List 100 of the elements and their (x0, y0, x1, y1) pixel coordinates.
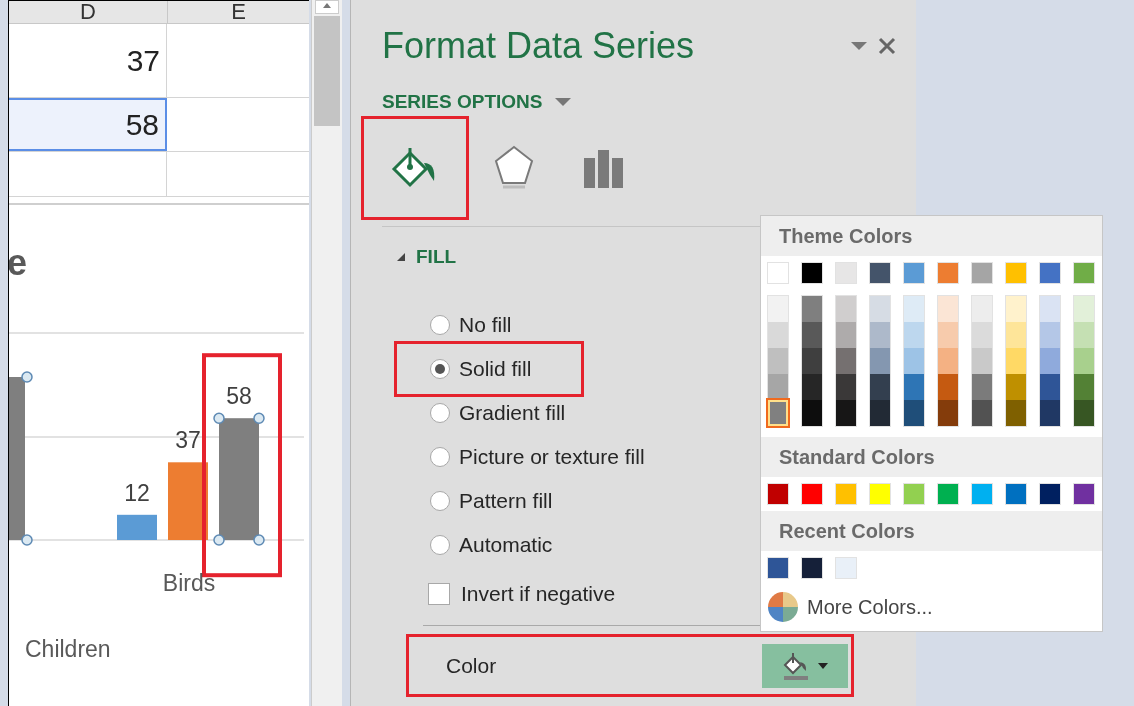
color-swatch[interactable] (767, 557, 789, 579)
radio-label[interactable]: Picture or texture fill (459, 445, 645, 469)
bar[interactable] (168, 462, 208, 540)
color-swatch[interactable] (972, 348, 992, 374)
radio-button[interactable] (430, 535, 450, 555)
color-swatch[interactable] (904, 322, 924, 348)
color-swatch[interactable] (802, 400, 822, 426)
column-header[interactable]: E (168, 1, 309, 23)
scrollbar-thumb[interactable] (314, 16, 340, 126)
color-swatch[interactable] (1074, 374, 1094, 400)
color-swatch[interactable] (802, 374, 822, 400)
radio-label[interactable]: Gradient fill (459, 401, 566, 425)
color-swatch[interactable] (869, 262, 891, 284)
color-swatch[interactable] (1074, 296, 1094, 322)
color-swatch[interactable] (870, 348, 890, 374)
color-swatch[interactable] (1074, 348, 1094, 374)
color-swatch[interactable] (938, 322, 958, 348)
color-swatch[interactable] (870, 296, 890, 322)
radio-button[interactable] (430, 359, 450, 379)
selection-handles[interactable] (213, 412, 265, 546)
color-swatch[interactable] (903, 483, 925, 505)
radio-button[interactable] (430, 447, 450, 467)
color-swatch[interactable] (1006, 322, 1026, 348)
radio-label[interactable]: Pattern fill (459, 489, 553, 513)
color-swatch[interactable] (1005, 483, 1027, 505)
color-swatch[interactable] (972, 374, 992, 400)
color-swatch[interactable] (972, 400, 992, 426)
color-swatch[interactable] (870, 322, 890, 348)
color-swatch[interactable] (768, 374, 788, 400)
color-swatch[interactable] (870, 400, 890, 426)
color-swatch[interactable] (1040, 322, 1060, 348)
color-swatch[interactable] (869, 483, 891, 505)
color-swatch[interactable] (836, 348, 856, 374)
color-picker-button[interactable] (762, 643, 848, 688)
color-swatch[interactable] (938, 400, 958, 426)
color-swatch[interactable] (767, 262, 789, 284)
checkbox[interactable] (428, 583, 450, 605)
color-swatch[interactable] (836, 296, 856, 322)
radio-button[interactable] (430, 315, 450, 335)
expand-triangle-icon[interactable] (396, 252, 406, 262)
color-swatch[interactable] (768, 322, 788, 348)
color-swatch[interactable] (1006, 400, 1026, 426)
color-swatch[interactable] (802, 322, 822, 348)
color-swatch[interactable] (835, 557, 857, 579)
color-swatch[interactable] (1005, 262, 1027, 284)
color-swatch[interactable] (767, 483, 789, 505)
color-swatch[interactable] (904, 296, 924, 322)
color-swatch[interactable] (802, 296, 822, 322)
column-header[interactable]: D (9, 1, 168, 23)
series-options-menu[interactable]: SERIES OPTIONS (382, 91, 543, 113)
color-swatch[interactable] (1040, 348, 1060, 374)
color-swatch[interactable] (971, 483, 993, 505)
radio-label[interactable]: Automatic (459, 533, 553, 557)
color-swatch[interactable] (1040, 400, 1060, 426)
radio-label[interactable]: Solid fill (459, 357, 532, 381)
radio-label[interactable]: No fill (459, 313, 512, 337)
bar[interactable] (117, 514, 157, 540)
color-swatch[interactable] (768, 400, 788, 426)
color-swatch[interactable] (904, 348, 924, 374)
dropdown-caret-icon[interactable] (850, 41, 868, 51)
color-swatch[interactable] (836, 322, 856, 348)
color-swatch[interactable] (1074, 322, 1094, 348)
color-swatch[interactable] (937, 483, 959, 505)
selection-handle[interactable] (21, 371, 33, 383)
scrollbar[interactable] (311, 0, 342, 706)
section-heading[interactable]: FILL (416, 246, 457, 268)
color-swatch[interactable] (972, 296, 992, 322)
color-swatch[interactable] (768, 296, 788, 322)
selection-handle[interactable] (21, 534, 33, 546)
color-swatch[interactable] (835, 262, 857, 284)
color-swatch[interactable] (836, 374, 856, 400)
color-swatch[interactable] (870, 374, 890, 400)
color-swatch[interactable] (937, 262, 959, 284)
table-cell[interactable]: 58 (9, 98, 167, 151)
color-swatch[interactable] (835, 483, 857, 505)
scroll-up-arrow-icon[interactable] (322, 1, 332, 11)
more-colors-link[interactable]: More Colors... (807, 595, 933, 619)
color-swatch[interactable] (972, 322, 992, 348)
color-swatch[interactable] (1073, 483, 1095, 505)
radio-button[interactable] (430, 491, 450, 511)
color-swatch[interactable] (971, 262, 993, 284)
color-swatch[interactable] (1039, 483, 1061, 505)
radio-button[interactable] (430, 403, 450, 423)
checkbox-label[interactable]: Invert if negative (461, 582, 616, 606)
color-swatch[interactable] (1006, 374, 1026, 400)
color-swatch[interactable] (836, 400, 856, 426)
color-swatch[interactable] (1006, 296, 1026, 322)
color-swatch[interactable] (1040, 296, 1060, 322)
dropdown-caret-icon[interactable] (554, 97, 573, 107)
color-swatch[interactable] (1073, 262, 1095, 284)
color-swatch[interactable] (802, 348, 822, 374)
color-swatch[interactable] (904, 374, 924, 400)
color-swatch[interactable] (938, 348, 958, 374)
color-swatch[interactable] (1006, 348, 1026, 374)
close-icon[interactable] (878, 37, 896, 55)
color-swatch[interactable] (938, 374, 958, 400)
color-swatch[interactable] (904, 400, 924, 426)
color-swatch[interactable] (903, 262, 925, 284)
color-swatch[interactable] (1039, 262, 1061, 284)
color-swatch[interactable] (801, 262, 823, 284)
